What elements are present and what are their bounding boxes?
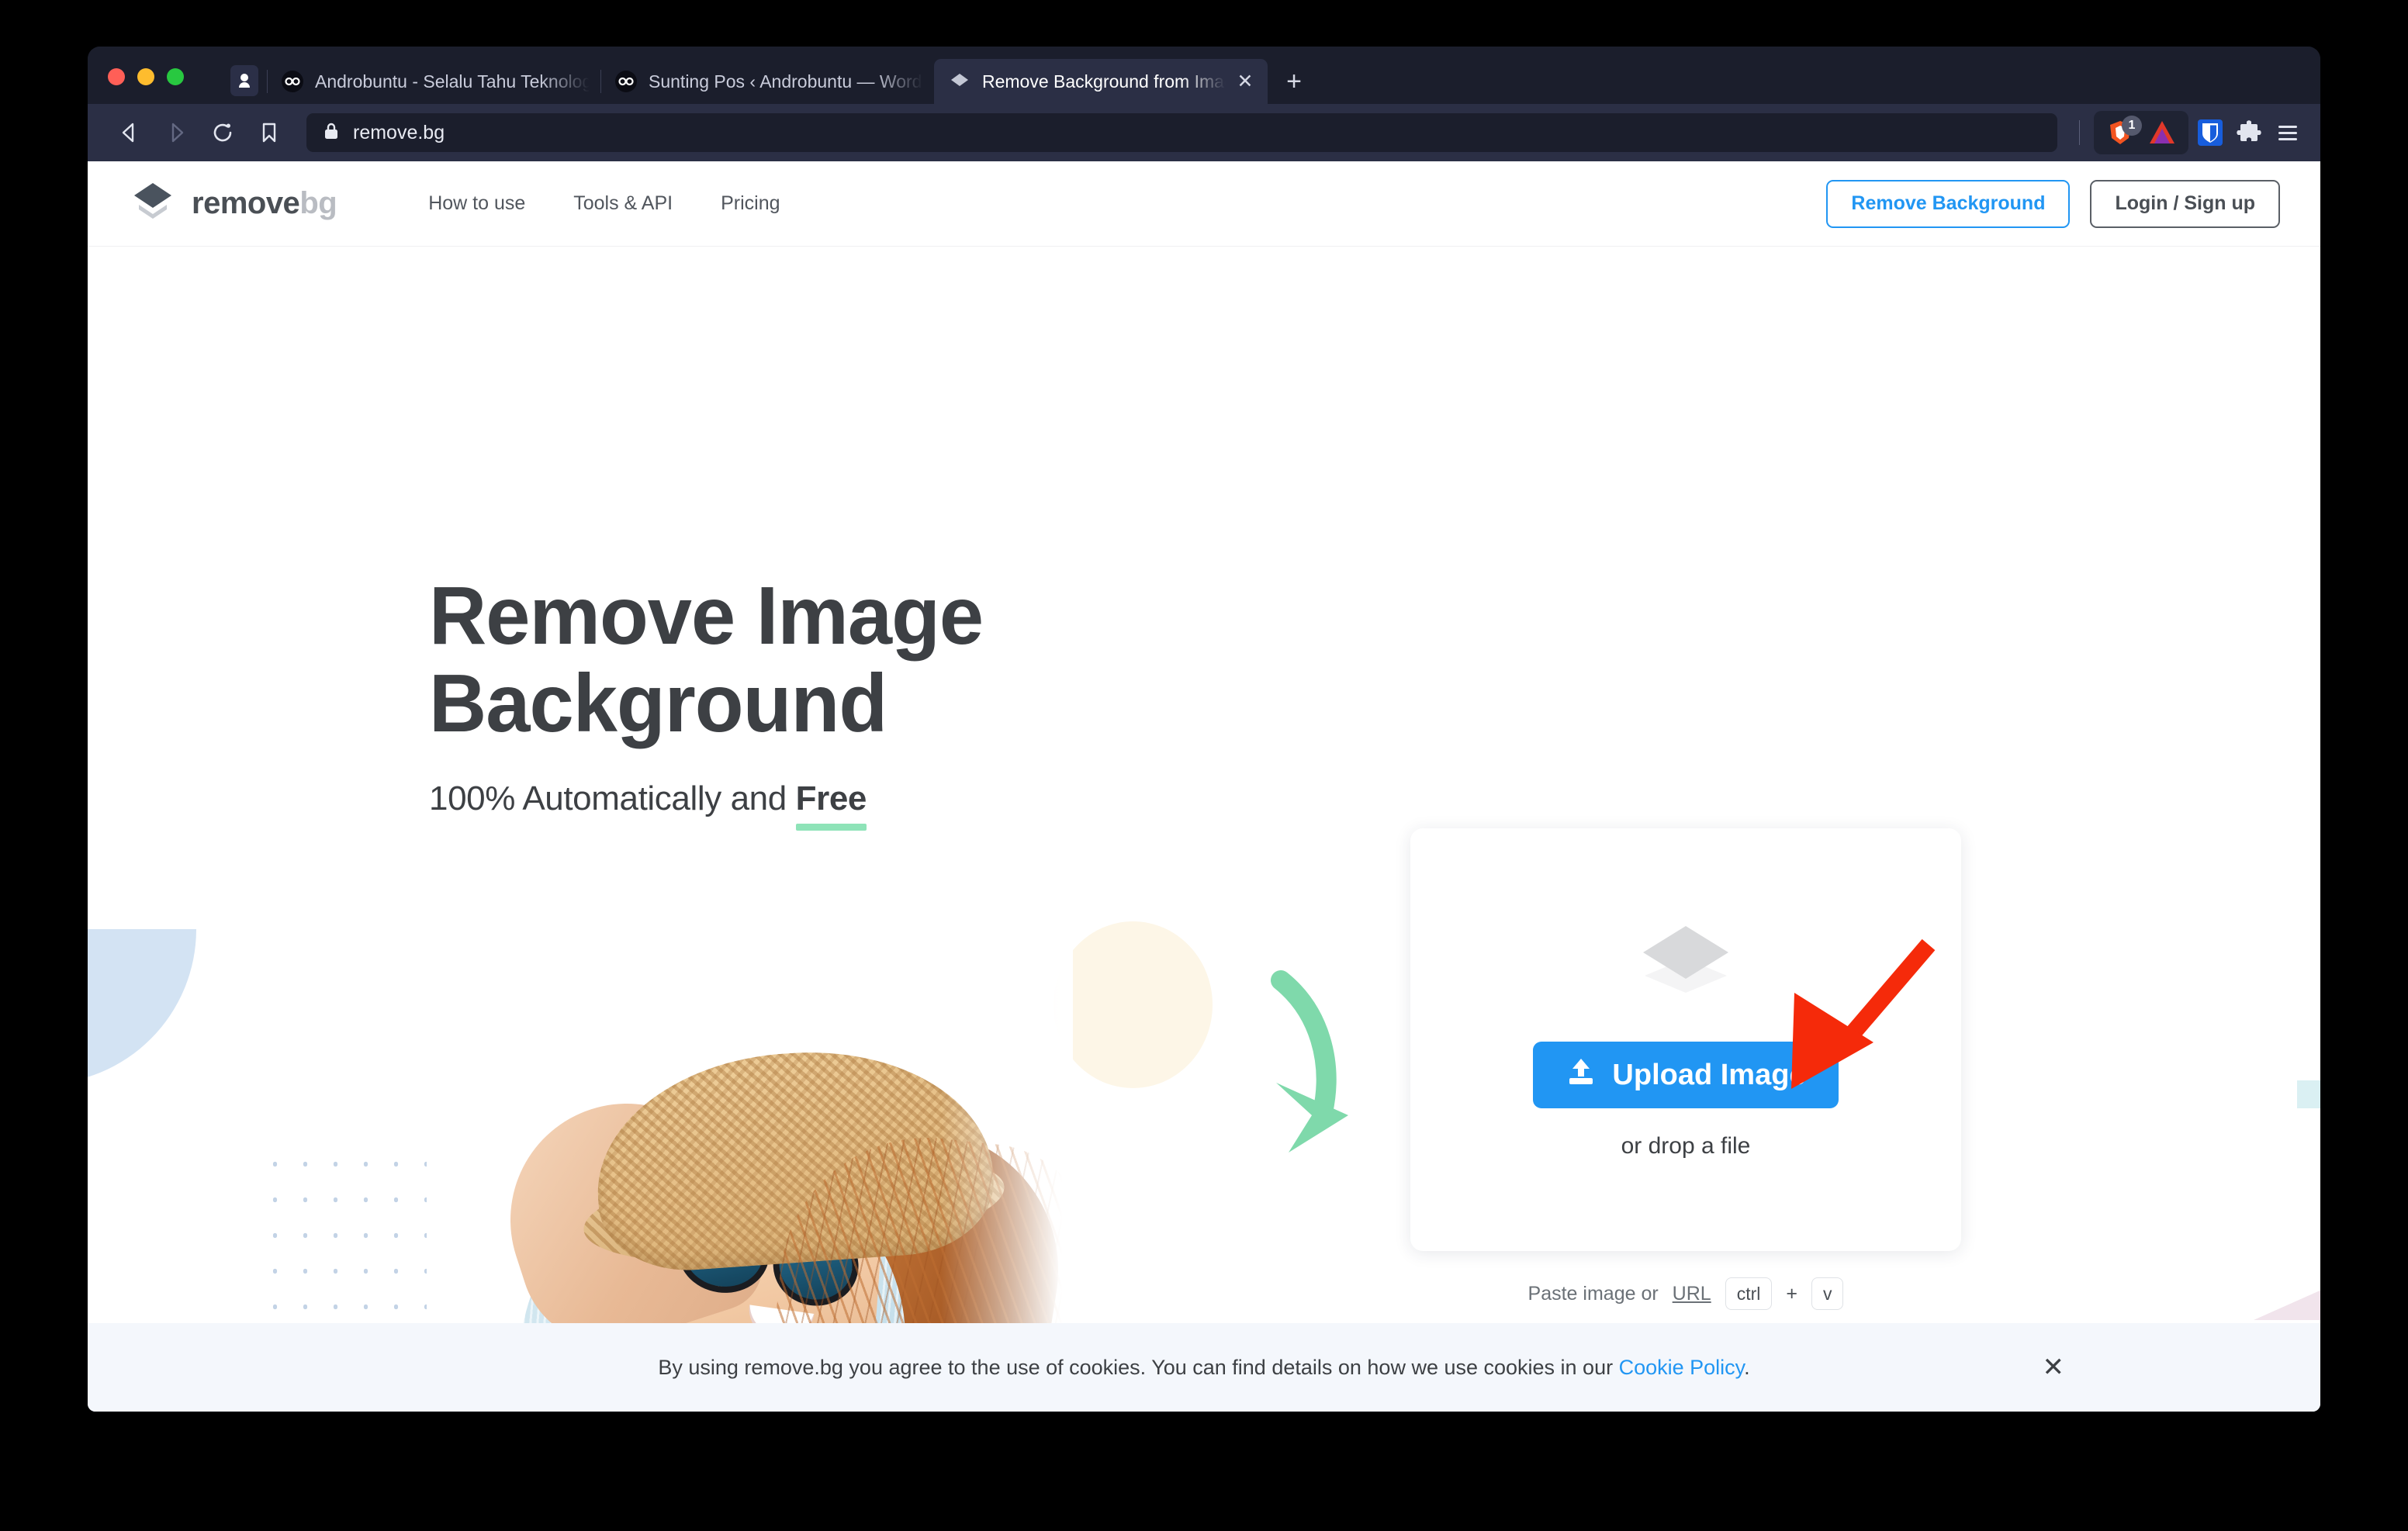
cookie-consent-banner: By using remove.bg you agree to the use …: [88, 1323, 2320, 1412]
browser-window: Androbuntu - Selalu Tahu Teknologi Sunti…: [88, 47, 2320, 1412]
bat-rewards-icon[interactable]: [2145, 116, 2179, 150]
hero-section: Remove Image Background 100% Automatical…: [88, 247, 2320, 1412]
nav-item-pricing[interactable]: Pricing: [721, 192, 780, 215]
red-pointer-arrow-icon: [1763, 937, 1942, 1104]
brand-logo[interactable]: removebg: [131, 180, 337, 227]
tab-title: Remove Background from Image: [982, 71, 1226, 92]
cookie-text-body: By using remove.bg you agree to the use …: [658, 1355, 1619, 1379]
forward-arrow-icon: [154, 112, 198, 153]
brand-name-light: bg: [299, 186, 337, 220]
paste-hint-row: Paste image or URL ctrl + v: [1410, 1277, 1961, 1311]
tabs-row: Androbuntu - Selalu Tahu Teknologi Sunti…: [227, 47, 1314, 104]
bitwarden-icon[interactable]: [2193, 116, 2227, 150]
close-icon[interactable]: ✕: [1233, 70, 1257, 93]
browser-tab-2[interactable]: Sunting Pos ‹ Androbuntu — WordPress: [600, 59, 934, 104]
hamburger-menu-icon[interactable]: [2271, 116, 2305, 150]
minimize-window-button[interactable]: [137, 68, 154, 85]
tab-strip: Androbuntu - Selalu Tahu Teknologi Sunti…: [88, 47, 2320, 104]
page-title: Remove Image Background: [429, 570, 984, 750]
removebg-icon: [948, 70, 971, 93]
layers-stack-icon: [1635, 920, 1736, 1001]
login-signup-button[interactable]: Login / Sign up: [2090, 179, 2280, 228]
web-page: removebg How to use Tools & API Pricing …: [88, 161, 2320, 1412]
toolbar-divider: [2079, 120, 2080, 145]
hero-title-line-2: Background: [429, 658, 887, 750]
back-arrow-icon[interactable]: [108, 112, 151, 153]
browser-tab-3-active[interactable]: Remove Background from Image ✕: [934, 59, 1268, 104]
close-icon[interactable]: ✕: [2043, 1354, 2065, 1381]
cookie-text-suffix: .: [1744, 1355, 1750, 1379]
remove-background-button[interactable]: Remove Background: [1826, 179, 2071, 228]
upload-icon: [1566, 1056, 1597, 1094]
site-header: removebg How to use Tools & API Pricing …: [88, 161, 2320, 247]
decor-pink-triangle: [2254, 1289, 2320, 1320]
pinned-site-icon: [230, 65, 258, 96]
infinity-icon: [281, 70, 304, 93]
cookie-banner-text: By using remove.bg you agree to the use …: [658, 1356, 1749, 1380]
brave-shields-icon[interactable]: 1: [2103, 116, 2142, 150]
header-actions: Remove Background Login / Sign up: [1826, 179, 2280, 228]
paste-url-link[interactable]: URL: [1673, 1283, 1711, 1305]
nav-item-tools-api[interactable]: Tools & API: [573, 192, 673, 215]
brand-name: removebg: [192, 186, 337, 221]
hero-subtitle-highlight: Free: [795, 779, 867, 831]
new-tab-button[interactable]: +: [1274, 61, 1314, 102]
cookie-policy-link[interactable]: Cookie Policy: [1619, 1356, 1745, 1379]
close-window-button[interactable]: [108, 68, 125, 85]
hero-title-line-1: Remove Image: [429, 570, 984, 662]
nav-item-how-to-use[interactable]: How to use: [428, 192, 525, 215]
bookmark-icon[interactable]: [247, 112, 291, 153]
shields-badge-count: 1: [2122, 116, 2142, 136]
kbd-plus: +: [1786, 1282, 1797, 1305]
toolbar-right-icons: 1: [2070, 111, 2305, 154]
brand-name-dark: remove: [192, 186, 300, 220]
browser-tab-1[interactable]: Androbuntu - Selalu Tahu Teknologi: [267, 59, 600, 104]
hero-subtitle-prefix: 100% Automatically and: [429, 779, 796, 817]
browser-toolbar: remove.bg 1: [88, 104, 2320, 161]
extensions-puzzle-icon[interactable]: [2232, 116, 2266, 150]
kbd-v: v: [1811, 1277, 1844, 1311]
pinned-site-glyph: [239, 74, 250, 88]
hero-text-block: Remove Image Background 100% Automatical…: [429, 570, 1000, 831]
layers-diamond-icon: [131, 180, 175, 227]
decor-cyan-square: [2297, 1080, 2320, 1108]
main-nav: How to use Tools & API Pricing: [428, 192, 780, 215]
brave-icon-group: 1: [2094, 111, 2188, 154]
window-traffic-lights: [108, 68, 184, 85]
address-bar[interactable]: remove.bg: [306, 113, 2057, 152]
pinned-tab[interactable]: [227, 60, 262, 101]
drop-a-file-label: or drop a file: [1621, 1133, 1751, 1159]
lock-icon: [322, 121, 341, 145]
tab-title: Sunting Pos ‹ Androbuntu — WordPress: [649, 71, 923, 92]
infinity-icon: [614, 70, 638, 93]
kbd-ctrl: ctrl: [1725, 1277, 1773, 1311]
reload-icon[interactable]: [201, 112, 244, 153]
hero-subtitle: 100% Automatically and Free: [429, 779, 1000, 831]
paste-hint-prefix: Paste image or: [1527, 1282, 1659, 1305]
tab-title: Androbuntu - Selalu Tahu Teknologi: [315, 71, 590, 92]
url-text: remove.bg: [353, 121, 445, 143]
maximize-window-button[interactable]: [167, 68, 184, 85]
decor-blue-quarter-circle: [88, 929, 196, 1084]
curved-arrow-icon: [1189, 968, 1422, 1204]
